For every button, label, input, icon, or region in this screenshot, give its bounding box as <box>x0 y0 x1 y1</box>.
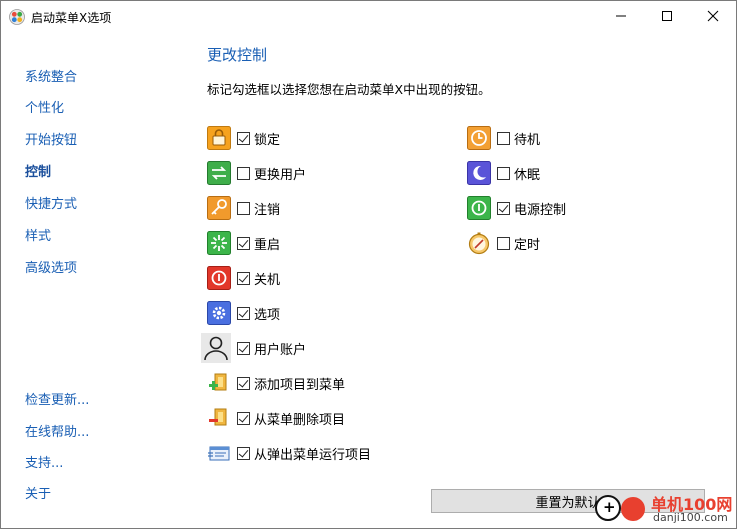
support-link[interactable]: 支持... <box>25 452 63 471</box>
option-checkbox[interactable] <box>237 271 250 285</box>
option-user-account[interactable]: 用户账户 <box>201 333 306 363</box>
watermark: + 单机100网 danji100.com <box>591 489 737 529</box>
option-label: 从弹出菜单运行项目 <box>254 447 372 463</box>
option-switch-user[interactable]: 更换用户 <box>207 160 306 186</box>
close-icon <box>707 10 719 22</box>
option-checkbox[interactable] <box>497 201 510 215</box>
option-run-from-popup[interactable]: 从弹出菜单运行项目 <box>207 440 371 466</box>
maximize-button[interactable] <box>644 1 690 31</box>
main-panel: 更改控制 标记勾选框以选择您想在启动菜单X中出现的按钮。 锁定 更换用户 注销 … <box>191 31 736 528</box>
option-label: 选项 <box>254 307 281 323</box>
option-checkbox[interactable] <box>237 411 250 425</box>
option-restart[interactable]: 重启 <box>207 230 280 256</box>
option-label: 待机 <box>514 132 541 148</box>
option-timer[interactable]: 定时 <box>467 230 540 256</box>
option-label: 电源控制 <box>514 202 567 218</box>
about-link[interactable]: 关于 <box>25 483 51 502</box>
sidebar-item-shortcuts[interactable]: 快捷方式 <box>25 193 77 212</box>
option-power-control[interactable]: 电源控制 <box>467 195 566 221</box>
restart-icon <box>207 231 231 255</box>
user-icon <box>201 333 231 363</box>
power-control-icon <box>467 196 491 220</box>
minimize-button[interactable] <box>598 1 644 31</box>
option-checkbox[interactable] <box>237 341 250 355</box>
sidebar-item-start-button[interactable]: 开始按钮 <box>25 129 77 148</box>
gear-icon <box>207 301 231 325</box>
option-shutdown[interactable]: 关机 <box>207 265 280 291</box>
close-button[interactable] <box>690 1 736 31</box>
shutdown-icon <box>207 266 231 290</box>
timer-icon <box>468 232 490 255</box>
watermark-plus-glyph: + <box>603 498 616 516</box>
option-checkbox[interactable] <box>237 376 250 390</box>
online-help-link[interactable]: 在线帮助... <box>25 421 89 440</box>
option-checkbox[interactable] <box>497 236 510 250</box>
title-bar: 启动菜单X选项 <box>1 1 736 31</box>
option-label: 注销 <box>254 202 281 218</box>
sidebar-item-system-integration[interactable]: 系统整合 <box>25 66 77 85</box>
option-checkbox[interactable] <box>237 446 250 460</box>
option-label: 关机 <box>254 272 281 288</box>
maximize-icon <box>662 11 672 21</box>
switch-user-icon <box>207 161 231 185</box>
standby-icon <box>467 126 491 150</box>
lock-icon <box>207 126 231 150</box>
window-title: 启动菜单X选项 <box>31 11 112 25</box>
sidebar-item-controls[interactable]: 控制 <box>25 161 51 180</box>
key-icon <box>207 196 231 220</box>
option-label: 重启 <box>254 237 281 253</box>
page-title: 更改控制 <box>207 46 268 64</box>
option-add-to-menu[interactable]: 添加项目到菜单 <box>207 370 345 396</box>
option-lock[interactable]: 锁定 <box>207 125 280 151</box>
option-checkbox[interactable] <box>237 236 250 250</box>
page-description: 标记勾选框以选择您想在启动菜单X中出现的按钮。 <box>207 82 491 97</box>
add-item-icon <box>209 373 227 391</box>
option-remove-from-menu[interactable]: 从菜单删除项目 <box>207 405 345 431</box>
sidebar: 系统整合 个性化 开始按钮 控制 快捷方式 样式 高级选项 检查更新... 在线… <box>1 31 191 528</box>
option-label: 锁定 <box>254 132 281 148</box>
option-label: 从菜单删除项目 <box>254 412 346 428</box>
option-label: 添加项目到菜单 <box>254 377 346 393</box>
option-checkbox[interactable] <box>237 131 250 145</box>
check-updates-link[interactable]: 检查更新... <box>25 389 89 408</box>
option-checkbox[interactable] <box>497 166 510 180</box>
option-checkbox[interactable] <box>237 201 250 215</box>
option-label: 定时 <box>514 237 541 253</box>
sidebar-item-advanced[interactable]: 高级选项 <box>25 257 77 276</box>
watermark-subtext: danji100.com <box>653 511 728 524</box>
option-checkbox[interactable] <box>237 166 250 180</box>
minimize-icon <box>616 15 626 17</box>
hibernate-icon <box>467 161 491 185</box>
watermark-play-icon <box>621 497 645 521</box>
option-label: 用户账户 <box>254 342 307 358</box>
sidebar-item-style[interactable]: 样式 <box>25 225 51 244</box>
option-hibernate[interactable]: 休眠 <box>467 160 540 186</box>
option-options[interactable]: 选项 <box>207 300 280 326</box>
sidebar-item-personalization[interactable]: 个性化 <box>25 97 64 116</box>
option-logoff[interactable]: 注销 <box>207 195 280 221</box>
option-standby[interactable]: 待机 <box>467 125 540 151</box>
run-icon <box>208 446 230 461</box>
option-checkbox[interactable] <box>497 131 510 145</box>
option-checkbox[interactable] <box>237 306 250 320</box>
option-label: 更换用户 <box>254 167 307 183</box>
remove-item-icon <box>209 408 227 426</box>
app-logo-icon <box>9 9 25 25</box>
options-window: 启动菜单X选项 系统整合 个性化 开始按钮 控制 快捷方式 样式 高级选项 检查… <box>0 0 737 529</box>
option-label: 休眠 <box>514 167 541 183</box>
